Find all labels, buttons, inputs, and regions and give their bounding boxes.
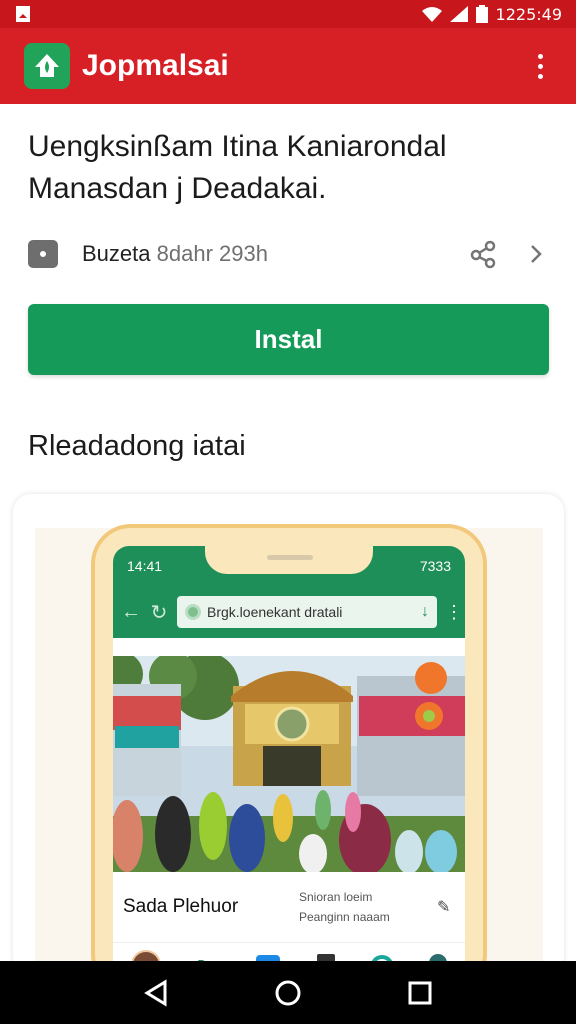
- notification-icon: [16, 6, 30, 22]
- recents-icon[interactable]: [407, 980, 433, 1006]
- section-title: Rleadadong iatai: [28, 430, 246, 462]
- chevron-right-icon[interactable]: [526, 239, 546, 269]
- meta-text: Buzeta 8dahr 293h: [82, 241, 468, 267]
- phone-article-sub: Snioran loeim Peanginn naaam: [293, 887, 437, 927]
- edit-icon: ✎: [437, 899, 451, 916]
- phone-status-right: 7333: [419, 558, 451, 574]
- wifi-icon: [421, 7, 442, 22]
- app-bar: Jopmalsai: [0, 28, 576, 104]
- phone-notch: [205, 546, 373, 574]
- battery-icon: [475, 5, 488, 23]
- festival-photo: [113, 656, 465, 872]
- app-logo: [24, 43, 70, 89]
- phone-article-sub-2: Peanginn naaam: [299, 910, 390, 924]
- system-nav-bar: [0, 961, 576, 1024]
- install-button[interactable]: Instal: [28, 304, 549, 375]
- site-icon: [185, 604, 201, 620]
- phone-status-time: 14:41: [127, 558, 163, 574]
- home-shape-icon: [35, 54, 59, 77]
- home-icon[interactable]: [274, 979, 302, 1007]
- download-icon: ↓: [421, 603, 429, 620]
- status-bar: 1225:49: [0, 0, 576, 28]
- phone-toolbar: ← ↻ Brgk.loenekant dratali ↓ ⋮: [113, 586, 465, 638]
- meta-author: Buzeta: [82, 241, 151, 266]
- status-time: 1225:49: [495, 4, 562, 24]
- status-right: 1225:49: [421, 4, 562, 24]
- phone-article-row: Sada Plehuor Snioran loeim Peanginn naaa…: [113, 872, 465, 942]
- phone-overflow-icon: ⋮: [445, 601, 463, 622]
- camera-icon: [28, 240, 58, 268]
- phone-url-text: Brgk.loenekant dratali: [207, 604, 343, 620]
- preview-card[interactable]: 14:41 7333 ← ↻ Brgk.loenekant dratali ↓ …: [13, 494, 564, 974]
- phone-article-sub-1: Snioran loeim: [299, 890, 373, 904]
- phone-mockup: 14:41 7333 ← ↻ Brgk.loenekant dratali ↓ …: [91, 524, 487, 974]
- back-icon[interactable]: [143, 978, 169, 1007]
- phone-article-title: Sada Plehuor: [123, 896, 239, 917]
- refresh-icon: ↻: [150, 601, 168, 624]
- meta-info: 8dahr 293h: [156, 241, 268, 266]
- meta-row: Buzeta 8dahr 293h: [28, 236, 550, 272]
- headline: Uengksinßam Itina Kaniarondal Manasdan j…: [28, 130, 447, 205]
- back-arrow-icon: ←: [121, 600, 141, 623]
- signal-icon: [449, 6, 468, 22]
- share-icon[interactable]: [468, 239, 498, 269]
- app-title: Jopmalsai: [82, 49, 229, 82]
- phone-screen: 14:41 7333 ← ↻ Brgk.loenekant dratali ↓ …: [113, 546, 465, 974]
- overflow-menu-icon[interactable]: [528, 51, 552, 81]
- status-left: [14, 5, 32, 23]
- phone-url-bar: Brgk.loenekant dratali ↓: [177, 596, 437, 628]
